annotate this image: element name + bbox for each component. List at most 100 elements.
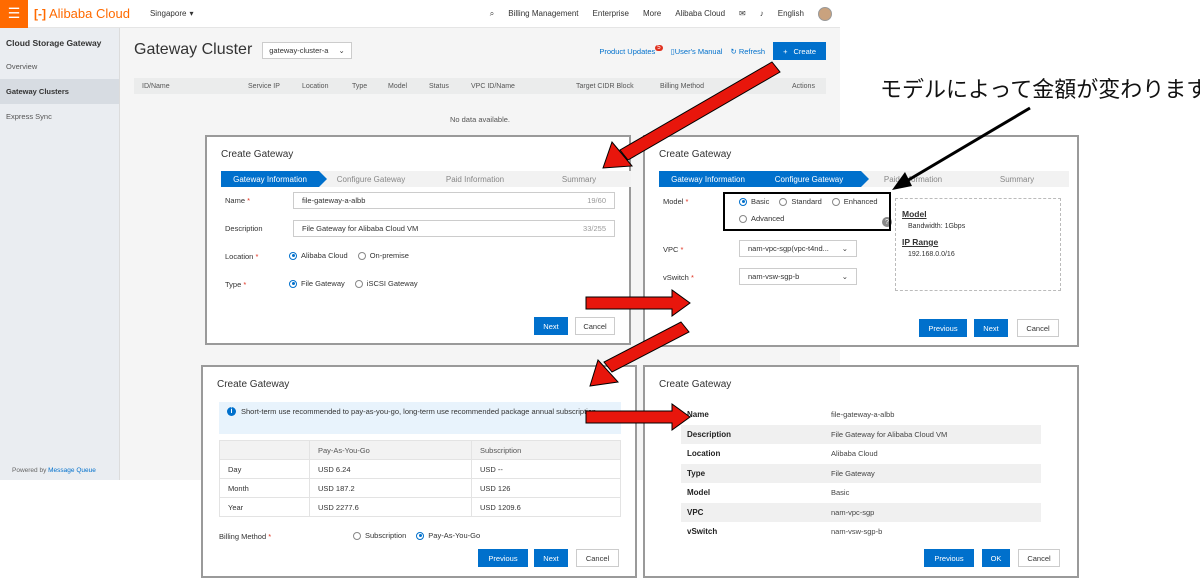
col-location[interactable]: Location <box>302 83 328 90</box>
col-status[interactable]: Status <box>429 83 449 90</box>
page-title: Gateway Cluster <box>134 41 253 58</box>
col-cidr[interactable]: Target CIDR Block <box>576 83 634 90</box>
annotation-text: モデルによって金額が変わります <box>880 78 1200 103</box>
cancel-button[interactable]: Cancel <box>1017 319 1059 337</box>
bell-icon[interactable]: ♪ <box>760 9 764 18</box>
model-label: Model * <box>663 197 688 206</box>
next-button[interactable]: Next <box>974 319 1008 337</box>
message-icon[interactable]: ✉ <box>739 9 746 18</box>
required-mark: * <box>243 280 247 289</box>
nav-billing[interactable]: Billing Management <box>508 9 578 18</box>
nav-enterprise[interactable]: Enterprise <box>593 9 629 18</box>
stepper: Gateway Information Configure Gateway Pa… <box>659 171 1069 187</box>
refresh-link[interactable]: ↻ Refresh <box>730 47 765 56</box>
summary-key: Type <box>687 469 706 478</box>
pricing-notice-text: Short-term use recommended to pay-as-you… <box>241 407 599 416</box>
stepper: Gateway Information Configure Gateway Pa… <box>221 171 631 187</box>
refresh-label: Refresh <box>738 46 766 56</box>
radio-file-gateway[interactable]: File Gateway <box>289 279 345 288</box>
users-manual-link[interactable]: ▯User's Manual <box>671 47 723 56</box>
product-updates-link[interactable]: Product Updates 5 <box>599 44 663 56</box>
step-paid-info[interactable]: Paid Information <box>423 171 527 187</box>
header-actions: Product Updates 5 ▯User's Manual ↻ Refres… <box>599 42 826 60</box>
footer-link[interactable]: Message Queue <box>48 467 96 474</box>
table-cell: Year <box>219 497 310 517</box>
previous-button[interactable]: Previous <box>478 549 528 567</box>
sidebar-title: Cloud Storage Gateway <box>6 38 102 48</box>
chevron-down-icon: ⌄ <box>841 244 848 253</box>
cancel-button[interactable]: Cancel <box>575 317 615 335</box>
col-actions[interactable]: Actions <box>792 83 815 90</box>
table-header-cell <box>219 440 310 460</box>
previous-button[interactable]: Previous <box>919 319 967 337</box>
billing-method-label-text: Billing Method <box>219 532 267 541</box>
brand-logo-icon: [-] <box>34 6 46 21</box>
vpc-select[interactable]: nam-vpc-sgp(vpc-t4nd... ⌄ <box>739 240 857 257</box>
sidebar-item-gateway-clusters[interactable]: Gateway Clusters <box>0 79 119 104</box>
name-label-text: Name <box>225 196 246 205</box>
description-input[interactable]: File Gateway for Alibaba Cloud VM 33/255 <box>293 220 615 237</box>
nav-language[interactable]: English <box>778 9 804 18</box>
brand-logo[interactable]: [-] Alibaba Cloud <box>34 6 130 21</box>
info-icon: i <box>227 407 236 416</box>
dialog-title: Create Gateway <box>217 379 290 390</box>
previous-button[interactable]: Previous <box>924 549 974 567</box>
cluster-select[interactable]: gateway-cluster-a ⌄ <box>262 41 352 59</box>
step-summary[interactable]: Summary <box>527 171 631 187</box>
step-gateway-info[interactable]: Gateway Information <box>659 171 765 187</box>
next-button[interactable]: Next <box>534 317 568 335</box>
radio-checked-icon <box>289 279 297 288</box>
radio-pay-as-you-go[interactable]: Pay-As-You-Go <box>416 531 480 540</box>
step-configure[interactable]: Configure Gateway <box>319 171 423 187</box>
name-char-count: 19/60 <box>587 196 606 205</box>
col-model[interactable]: Model <box>388 83 407 90</box>
pricing-table: Pay-As-You-Go Subscription Day USD 6.24 … <box>219 440 621 517</box>
col-service-ip[interactable]: Service IP <box>248 83 280 90</box>
avatar[interactable] <box>818 6 832 21</box>
sidebar-item-express-sync[interactable]: Express Sync <box>0 104 119 129</box>
table-cell: USD 126 <box>471 478 621 498</box>
sidebar-item-overview[interactable]: Overview <box>0 54 119 79</box>
nav-more[interactable]: More <box>643 9 661 18</box>
step-paid-info[interactable]: Paid Information <box>861 171 965 187</box>
summary-value: File Gateway for Alibaba Cloud VM <box>831 430 948 439</box>
summary-row-name: Name file-gateway-a-albb <box>681 405 1041 424</box>
cancel-button[interactable]: Cancel <box>576 549 619 567</box>
region-selector[interactable]: Singapore ▾ <box>150 9 194 18</box>
required-mark: * <box>680 245 684 254</box>
name-input[interactable]: file-gateway-a-albb 19/60 <box>293 192 615 209</box>
next-button[interactable]: Next <box>534 549 568 567</box>
vswitch-select[interactable]: nam-vsw-sgp-b ⌄ <box>739 268 857 285</box>
step-configure[interactable]: Configure Gateway <box>757 171 869 187</box>
summary-key: Description <box>687 430 732 439</box>
radio-subscription[interactable]: Subscription <box>353 531 406 540</box>
nav-alibaba-cloud[interactable]: Alibaba Cloud <box>675 9 725 18</box>
billing-radio-group: Subscription Pay-As-You-Go <box>353 531 490 540</box>
radio-checked-icon <box>289 251 297 260</box>
vswitch-select-value: nam-vsw-sgp-b <box>748 272 800 281</box>
cancel-button[interactable]: Cancel <box>1018 549 1060 567</box>
col-billing[interactable]: Billing Method <box>660 83 704 90</box>
required-mark: * <box>247 196 251 205</box>
table-row: Day USD 6.24 USD -- <box>219 459 621 479</box>
create-button[interactable]: + Create <box>773 42 826 60</box>
step-gateway-info[interactable]: Gateway Information <box>221 171 327 187</box>
dialog-summary: Create Gateway Name file-gateway-a-albb D… <box>643 365 1079 578</box>
col-type[interactable]: Type <box>352 83 367 90</box>
description-input-value: File Gateway for Alibaba Cloud VM <box>302 224 419 233</box>
hamburger-menu-icon[interactable]: ☰ <box>0 0 28 28</box>
description-char-count: 33/255 <box>583 224 606 233</box>
search-icon[interactable]: ⌕ <box>490 9 494 19</box>
page-header: Gateway Cluster gateway-cluster-a ⌄ <box>134 41 352 59</box>
table-cell: USD 1209.6 <box>471 497 621 517</box>
radio-alibaba-cloud[interactable]: Alibaba Cloud <box>289 251 348 260</box>
step-summary[interactable]: Summary <box>965 171 1069 187</box>
table-cell: USD -- <box>471 459 621 479</box>
radio-iscsi-gateway[interactable]: iSCSI Gateway <box>354 279 418 288</box>
radio-on-premise[interactable]: On-premise <box>357 251 409 260</box>
create-label: Create <box>793 46 816 56</box>
ok-button[interactable]: OK <box>982 549 1010 567</box>
col-vpc[interactable]: VPC ID/Name <box>471 83 515 90</box>
col-id-name[interactable]: ID/Name <box>142 83 170 90</box>
table-cell: USD 6.24 <box>309 459 472 479</box>
